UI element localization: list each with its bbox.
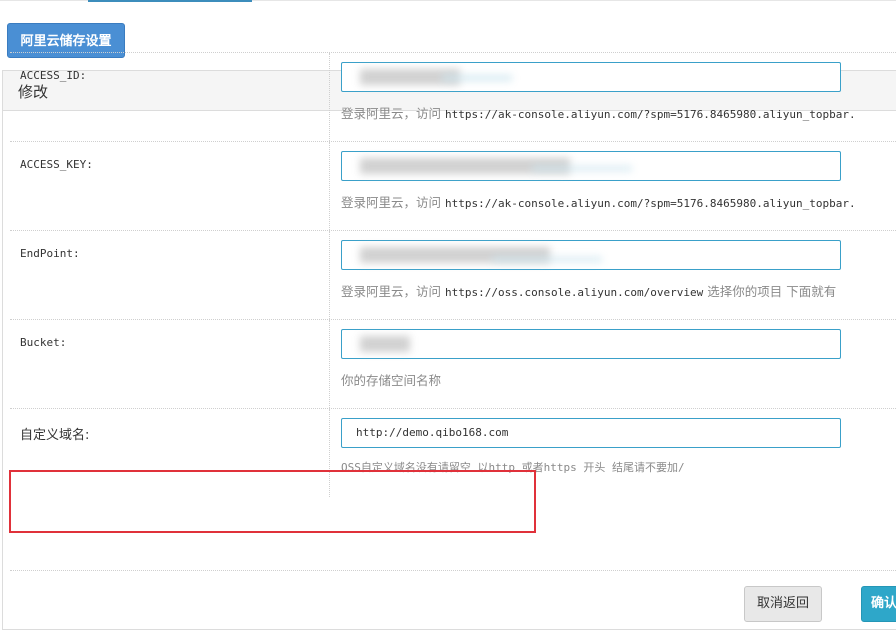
form-bottom-divider bbox=[10, 570, 896, 571]
highlight-annotation-box bbox=[9, 470, 536, 533]
custom-domain-input[interactable]: http://demo.qibo168.com bbox=[341, 418, 841, 448]
bucket-label: Bucket: bbox=[20, 336, 67, 349]
bucket-input[interactable] bbox=[341, 329, 841, 359]
confirm-button[interactable]: 确认 bbox=[861, 586, 896, 622]
cancel-return-button[interactable]: 取消返回 bbox=[744, 586, 822, 622]
label-cell: ACCESS_KEY: bbox=[10, 142, 330, 230]
access-key-help: 登录阿里云，访问 https://ak-console.aliyun.com/?… bbox=[341, 195, 856, 210]
redacted-value bbox=[492, 257, 602, 262]
access-id-label: ACCESS_ID: bbox=[20, 69, 87, 82]
label-cell: ACCESS_ID: bbox=[10, 53, 330, 141]
redacted-value bbox=[360, 336, 410, 352]
bucket-help: 你的存储空间名称 bbox=[341, 373, 442, 388]
active-tab-indicator bbox=[88, 0, 252, 2]
form-row-access-id: ACCESS_ID: 登录阿里云，访问 https://ak-console.a… bbox=[10, 52, 896, 141]
access-key-input[interactable] bbox=[341, 151, 841, 181]
form-row-endpoint: EndPoint: 登录阿里云，访问 https://oss.console.a… bbox=[10, 230, 896, 319]
access-id-input[interactable] bbox=[341, 62, 841, 92]
endpoint-input[interactable] bbox=[341, 240, 841, 270]
redacted-value bbox=[442, 75, 512, 81]
redacted-value bbox=[532, 166, 632, 171]
access-id-help: 登录阿里云，访问 https://ak-console.aliyun.com/?… bbox=[341, 106, 856, 121]
endpoint-help: 登录阿里云，访问 https://oss.console.aliyun.com/… bbox=[341, 284, 837, 299]
label-cell: EndPoint: bbox=[10, 231, 330, 319]
form-row-bucket: Bucket: 你的存储空间名称 bbox=[10, 319, 896, 408]
custom-domain-label: 自定义域名: bbox=[20, 428, 90, 443]
form-row-access-key: ACCESS_KEY: 登录阿里云，访问 https://ak-console.… bbox=[10, 141, 896, 230]
endpoint-label: EndPoint: bbox=[20, 247, 80, 260]
label-cell: Bucket: bbox=[10, 320, 330, 408]
access-key-label: ACCESS_KEY: bbox=[20, 158, 93, 171]
